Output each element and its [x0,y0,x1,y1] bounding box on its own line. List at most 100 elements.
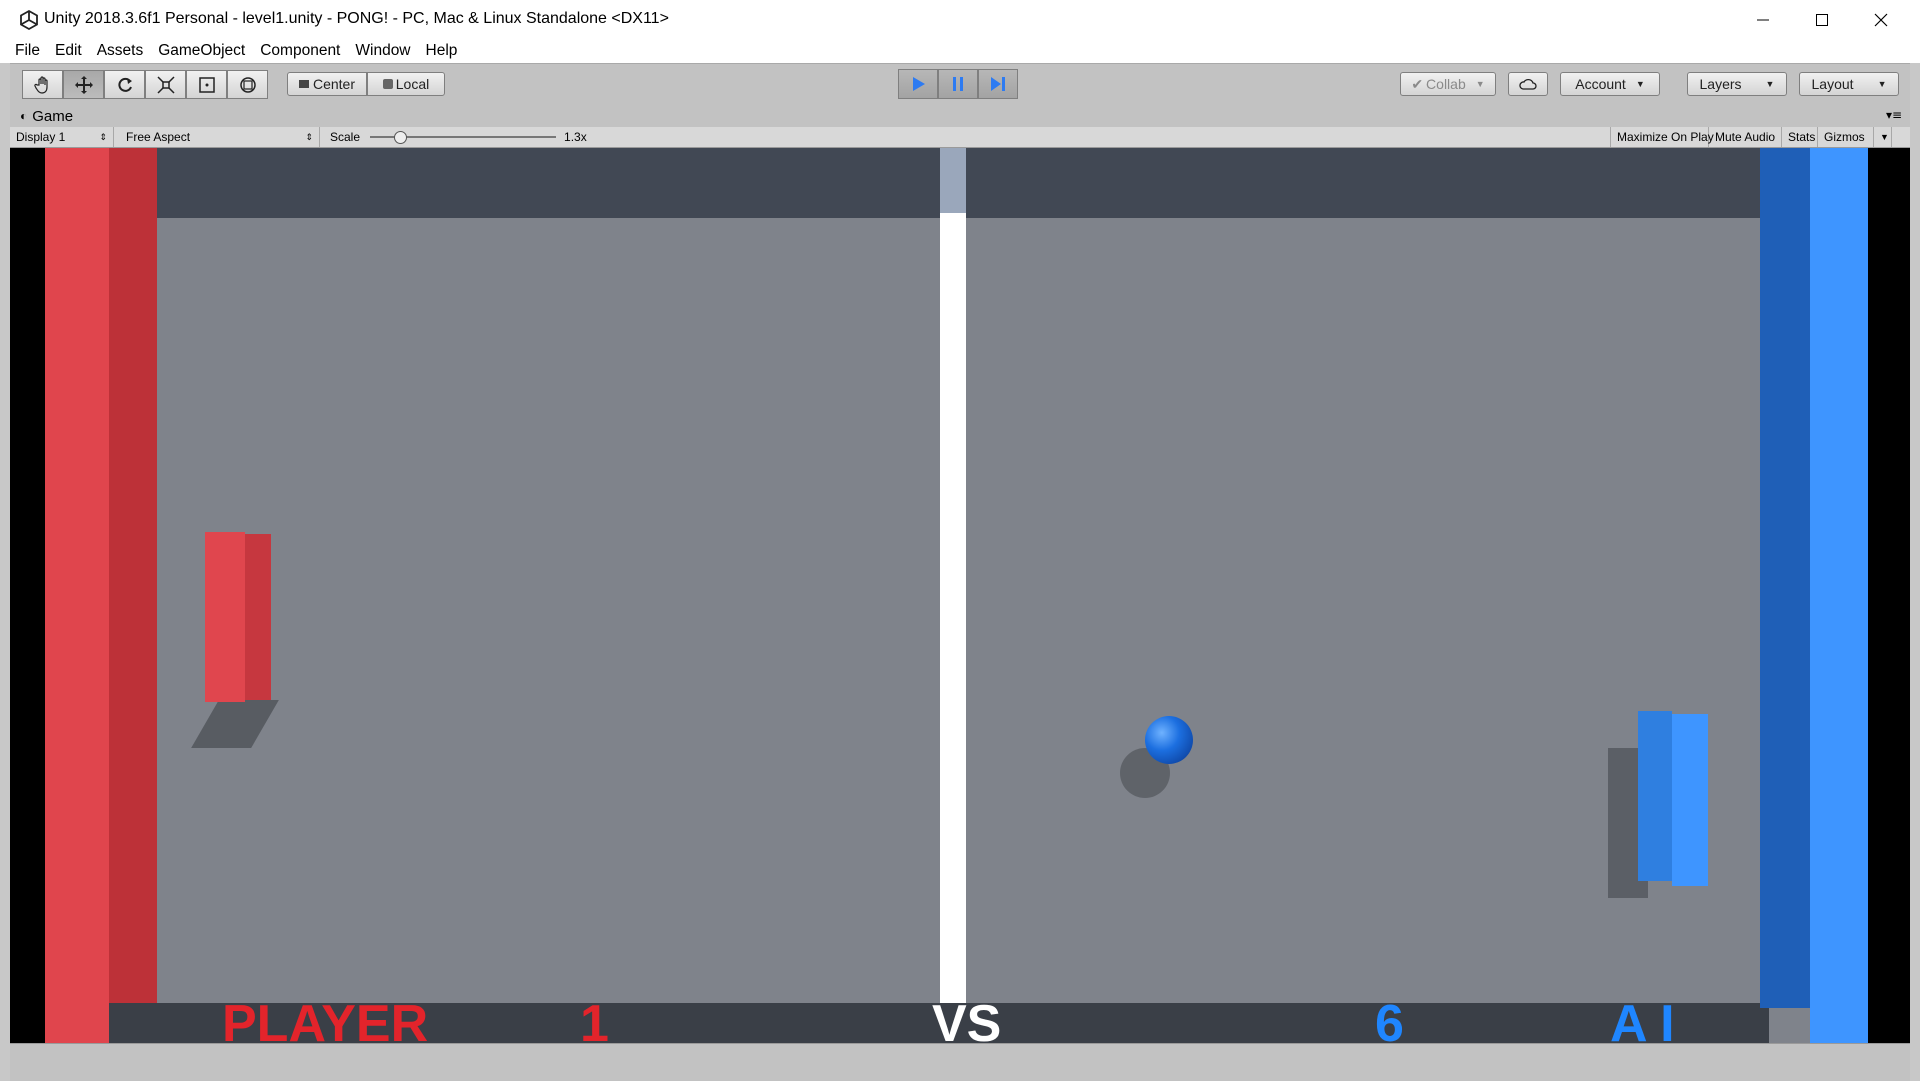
layers-label: Layers [1699,76,1742,92]
vs-label: VS [932,995,1002,1043]
game-view[interactable]: PLAYER 1 VS 6 A I [10,148,1910,1043]
scale-value: 1.3x [564,130,587,144]
move-tool-button[interactable] [63,70,104,99]
menu-gameobject[interactable]: GameObject [158,42,245,60]
layout-dropdown[interactable]: Layout ▼ [1799,72,1899,96]
game-tab-label: Game [32,107,74,125]
play-button[interactable] [898,69,938,99]
left-goal-wall [45,148,109,1043]
gizmos-label: Gizmos [1824,130,1865,144]
player-paddle-side [245,534,271,700]
scale-slider-thumb[interactable] [394,131,408,144]
move-icon [74,75,93,94]
status-bar [10,1043,1910,1081]
account-dropdown[interactable]: Account ▼ [1560,72,1660,96]
mute-audio-toggle[interactable]: Mute Audio [1709,127,1782,147]
maximize-icon [1816,13,1828,26]
unity-logo-icon [20,9,38,31]
center-net [940,213,966,1003]
step-button[interactable] [978,69,1018,99]
transform-icon [239,76,256,93]
display-select[interactable]: Display 1 ⇕ [10,127,114,147]
player-label: PLAYER [222,995,429,1043]
scale-icon [156,75,175,94]
local-space-icon [382,79,393,89]
scale-label: Scale [330,130,361,144]
ai-label: A I [1610,995,1675,1043]
updown-icon: ⇕ [305,131,313,142]
chevron-down-icon: ▼ [1877,79,1887,89]
pause-button[interactable] [938,69,978,99]
rotate-tool-button[interactable] [104,70,145,99]
close-button[interactable] [1852,0,1910,39]
menu-edit[interactable]: Edit [55,42,82,60]
chevron-down-icon[interactable]: ▼ [1874,127,1892,147]
menu-component[interactable]: Component [260,42,340,60]
pivot-rotation-button[interactable]: Local [367,72,445,96]
aspect-label: Free Aspect [126,130,191,144]
play-icon [913,77,925,91]
mute-audio-label: Mute Audio [1715,130,1776,144]
step-icon [991,77,1005,91]
minimize-button[interactable] [1734,0,1792,39]
toolbar: Center Local ✔ Collab ▼ Account ▼ Layers… [10,63,1910,107]
left-goal-wall-side [109,148,157,1003]
scale-control: Scale 1.3x [324,127,604,147]
right-goal-wall [1810,148,1868,1043]
right-goal-wall-side [1760,148,1810,1008]
panel-menu-icon[interactable]: ▾≡ [1886,108,1902,122]
player-score: 1 [580,995,609,1043]
net-top [940,148,966,213]
maximize-on-play-label: Maximize On Play [1617,130,1714,144]
layout-label: Layout [1811,76,1854,92]
ai-score: 6 [1375,995,1404,1043]
scale-tool-button[interactable] [145,70,186,99]
ai-paddle [1638,711,1672,881]
cloud-button[interactable] [1508,72,1548,96]
transform-tool-button[interactable] [227,70,268,99]
pause-icon [953,77,963,91]
chevron-down-icon: ▼ [1635,79,1645,89]
window-title: Unity 2018.3.6f1 Personal - level1.unity… [44,10,669,27]
game-tab-strip: ◐ Game ▾≡ [10,105,1910,127]
rect-tool-icon [198,76,215,93]
close-icon [1874,13,1888,26]
chevron-down-icon: ▼ [1475,79,1485,89]
game-view-options-bar: Display 1 ⇕ Free Aspect ⇕ Scale 1.3x Max… [10,127,1910,148]
tab-game[interactable]: ◐ Game [10,105,83,127]
aspect-select[interactable]: Free Aspect ⇕ [120,127,320,147]
updown-icon: ⇕ [99,131,107,142]
account-label: Account [1575,76,1626,92]
display-label: Display 1 [16,130,66,144]
pivot-mode-label: Center [312,76,356,92]
cloud-icon [1519,78,1537,90]
game-tab-icon: ◐ [20,109,28,123]
hand-tool-button[interactable] [22,70,63,99]
hand-icon [33,75,48,94]
ai-paddle-side [1672,714,1708,886]
player-paddle [205,532,245,702]
stats-label: Stats [1788,130,1816,144]
rect-tool-button[interactable] [186,70,227,99]
maximize-button[interactable] [1793,0,1851,39]
menu-assets[interactable]: Assets [97,42,144,60]
layers-dropdown[interactable]: Layers ▼ [1687,72,1787,96]
menu-bar: File Edit Assets GameObject Component Wi… [0,39,1920,63]
ball [1145,716,1193,764]
maximize-on-play-toggle[interactable]: Maximize On Play [1610,127,1714,147]
gizmos-dropdown[interactable]: Gizmos [1818,127,1874,147]
minimize-icon [1757,19,1769,20]
stats-toggle[interactable]: Stats [1782,127,1818,147]
check-icon: ✔ [1411,75,1424,92]
collab-dropdown[interactable]: ✔ Collab ▼ [1400,72,1496,96]
chevron-down-icon: ▼ [1765,79,1775,89]
pivot-rotation-label: Local [395,76,430,92]
menu-window[interactable]: Window [355,42,410,60]
pivot-icon [298,80,309,88]
title-bar: Unity 2018.3.6f1 Personal - level1.unity… [0,0,1920,40]
menu-help[interactable]: Help [426,42,458,60]
pivot-mode-button[interactable]: Center [287,72,367,96]
collab-label: Collab [1426,76,1466,92]
scale-slider[interactable] [370,131,557,144]
menu-file[interactable]: File [15,42,40,60]
